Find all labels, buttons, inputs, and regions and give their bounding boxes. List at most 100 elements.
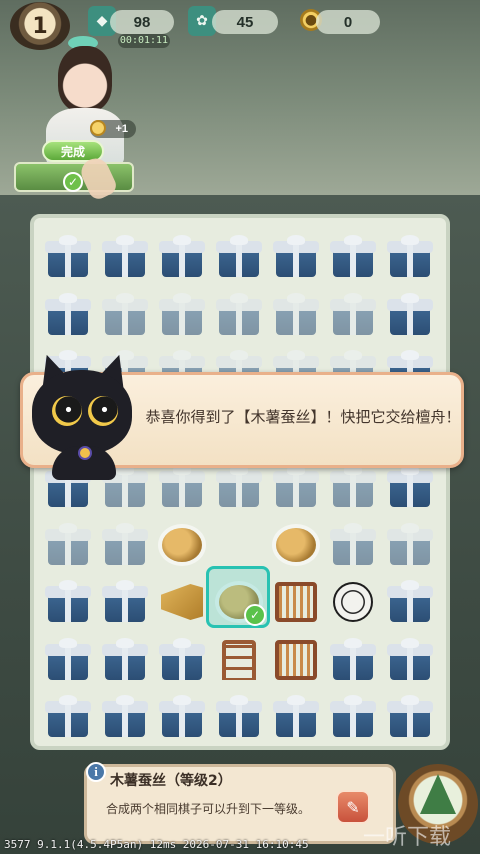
gift-box-piece[interactable] — [270, 288, 322, 342]
cocoon-icon — [162, 527, 202, 562]
gift-box-icon — [159, 695, 205, 739]
gift-box-piece[interactable] — [384, 518, 436, 572]
debug-info: 3577 9.1.1(4.5.4P5an) 12ms 2026-07-31 16… — [4, 838, 309, 851]
loom-icon — [275, 582, 317, 622]
gift-box-piece[interactable] — [384, 633, 436, 687]
npc-head — [58, 46, 112, 112]
gift-box-icon — [102, 522, 148, 567]
gift-box-piece[interactable] — [99, 690, 151, 744]
gift-box-icon — [45, 292, 91, 337]
silk-cocoon-piece[interactable] — [156, 518, 208, 572]
cat-bell-icon — [78, 446, 92, 460]
gift-box-piece[interactable] — [42, 288, 94, 342]
jade-value: 45 — [236, 13, 254, 31]
gift-box-piece[interactable] — [42, 633, 94, 687]
gift-box-piece[interactable] — [384, 460, 436, 514]
gift-box-icon — [216, 695, 262, 739]
gift-box-piece[interactable] — [327, 690, 379, 744]
coin-counter[interactable]: 0 — [316, 10, 380, 34]
gift-box-icon — [102, 292, 148, 337]
gift-box-piece[interactable] — [270, 460, 322, 514]
gift-box-icon — [330, 292, 376, 337]
gift-box-piece[interactable] — [213, 690, 265, 744]
coin-value: 0 — [343, 13, 353, 31]
chair-piece[interactable] — [213, 633, 265, 687]
gift-box-icon — [387, 695, 433, 739]
gift-box-piece[interactable] — [99, 230, 151, 284]
gift-box-piece[interactable] — [99, 633, 151, 687]
gift-box-icon — [45, 235, 91, 279]
item-info-description: 合成两个相同棋子可以升到下一等级。 — [106, 802, 311, 816]
gift-box-icon — [45, 695, 91, 739]
gift-box-icon — [387, 580, 433, 624]
info-icon[interactable]: i — [86, 762, 106, 782]
gift-box-piece[interactable] — [384, 230, 436, 284]
horn-icon — [161, 584, 203, 620]
cat-eye-right — [88, 396, 118, 426]
silk-cocoon-piece[interactable] — [270, 518, 322, 572]
gift-box-icon — [330, 235, 376, 279]
gift-box-piece[interactable] — [270, 230, 322, 284]
gift-box-piece[interactable] — [327, 518, 379, 572]
reward-coin-icon — [90, 120, 106, 136]
gift-box-piece[interactable] — [384, 690, 436, 744]
gift-box-icon — [159, 292, 205, 337]
gift-box-piece[interactable] — [156, 690, 208, 744]
gift-box-piece[interactable] — [384, 288, 436, 342]
gift-box-icon — [45, 637, 91, 682]
fan-piece[interactable] — [327, 575, 379, 629]
selected-check-icon: ✓ — [244, 604, 266, 626]
gift-box-piece[interactable] — [270, 690, 322, 744]
gift-box-piece[interactable] — [327, 633, 379, 687]
gift-box-piece[interactable] — [327, 460, 379, 514]
gift-box-icon — [45, 522, 91, 567]
gift-box-icon — [216, 465, 262, 509]
gift-box-piece[interactable] — [99, 518, 151, 572]
gift-box-icon — [387, 522, 433, 567]
gift-box-piece[interactable] — [384, 575, 436, 629]
gift-box-piece[interactable] — [213, 460, 265, 514]
gift-box-icon — [273, 235, 319, 279]
gift-box-piece[interactable] — [213, 230, 265, 284]
gift-box-piece[interactable] — [42, 518, 94, 572]
complete-label: 完成 — [60, 144, 85, 159]
cocoon-icon — [276, 527, 316, 562]
loom-piece[interactable] — [270, 575, 322, 629]
gift-box-piece[interactable] — [42, 575, 94, 629]
gift-box-icon — [216, 292, 262, 337]
gift-box-piece[interactable] — [213, 288, 265, 342]
energy-value: 98 — [133, 13, 151, 31]
gift-box-icon — [330, 695, 376, 739]
gift-box-icon — [330, 465, 376, 509]
order-check-icon: ✓ — [63, 172, 83, 192]
gift-box-icon — [387, 637, 433, 682]
gift-box-icon — [159, 637, 205, 682]
gift-box-icon — [216, 235, 262, 279]
loom-piece[interactable] — [270, 633, 322, 687]
cat-eye-left — [52, 396, 82, 426]
gift-box-icon — [330, 522, 376, 567]
gift-box-piece[interactable] — [99, 575, 151, 629]
gift-box-icon — [102, 695, 148, 739]
gift-box-piece[interactable] — [42, 230, 94, 284]
gift-box-icon — [102, 580, 148, 624]
gift-box-icon — [102, 235, 148, 279]
gift-box-icon — [273, 465, 319, 509]
gift-box-piece[interactable] — [99, 288, 151, 342]
gift-box-piece[interactable] — [156, 288, 208, 342]
gift-box-piece[interactable] — [156, 460, 208, 514]
reward-text: +1 — [115, 123, 128, 135]
energy-counter[interactable]: 98 — [110, 10, 174, 34]
jade-counter[interactable]: 45 — [212, 10, 278, 34]
gift-box-piece[interactable] — [156, 633, 208, 687]
gift-box-icon — [330, 637, 376, 682]
gift-box-piece[interactable] — [156, 230, 208, 284]
gift-box-piece[interactable] — [327, 230, 379, 284]
dialog-text: 恭喜你得到了【木薯蚕丝】！快把它交给檀舟！ — [145, 408, 461, 426]
gift-box-piece[interactable] — [42, 690, 94, 744]
horn-piece[interactable] — [156, 575, 208, 629]
item-info-title: 木薯蚕丝（等级2） — [110, 773, 232, 789]
gift-box-icon — [102, 637, 148, 682]
gift-box-piece[interactable] — [327, 288, 379, 342]
gift-box-icon — [159, 235, 205, 279]
